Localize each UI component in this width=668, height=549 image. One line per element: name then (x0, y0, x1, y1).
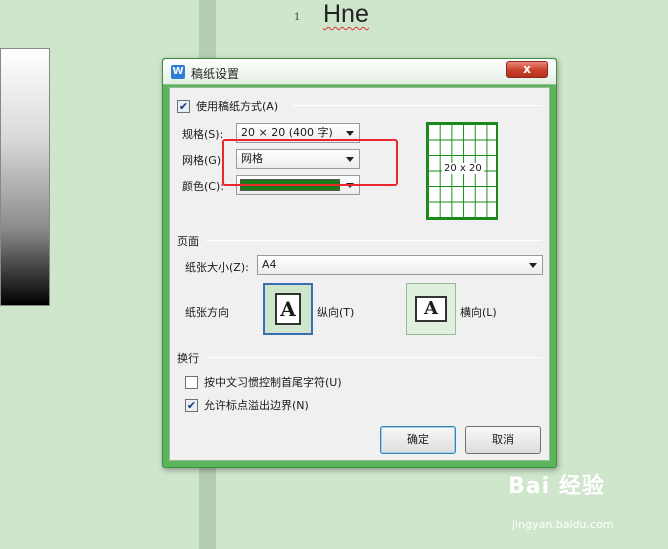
color-label: 颜色(C): (182, 180, 224, 193)
close-button[interactable]: x (506, 61, 548, 78)
divider (292, 105, 542, 106)
punct-overflow-row[interactable]: ✔ 允许标点溢出边界(N) (185, 397, 309, 413)
spec-label: 规格(S): (182, 128, 224, 141)
chevron-down-icon (346, 131, 354, 136)
orientation-label: 纸张方向 (185, 306, 229, 319)
grid-paper-dialog: W 稿纸设置 x ✔ 使用稿纸方式(A) 规格(S): 20 × 20 (400… (162, 58, 557, 468)
highlight-box (222, 139, 398, 186)
grid-preview-label: 20 x 20 (442, 163, 484, 174)
chinese-control-row[interactable]: 按中文习惯控制首尾字符(U) (185, 374, 342, 390)
landscape-label: 横向(L) (460, 306, 497, 319)
use-grid-paper-label: 使用稿纸方式(A) (196, 100, 279, 113)
chinese-control-checkbox[interactable] (185, 375, 198, 389)
portrait-page-icon: A (275, 293, 301, 325)
wps-writer-icon: W (171, 65, 185, 79)
portrait-label: 纵向(T) (317, 306, 355, 319)
document-text: Hne (323, 0, 369, 28)
punct-overflow-label: 允许标点溢出边界(N) (204, 399, 309, 412)
chevron-down-icon (529, 263, 537, 268)
landscape-page-icon: A (415, 296, 447, 322)
watermark: Bai 经验 jingyan.baidu.com (508, 468, 614, 531)
gradient-panel (0, 48, 50, 306)
page-section-title: 页面 (177, 235, 199, 248)
watermark-brand: Bai 经验 (508, 474, 605, 499)
ok-button[interactable]: 确定 (380, 426, 456, 454)
divider (206, 357, 542, 358)
chinese-control-label: 按中文习惯控制首尾字符(U) (204, 376, 342, 389)
paper-size-select[interactable]: A4 (257, 255, 543, 275)
grid-label: 网格(G): (182, 154, 225, 167)
divider (206, 240, 542, 241)
paper-size-value: A4 (262, 258, 277, 271)
watermark-site: jingyan.baidu.com (512, 518, 614, 531)
grid-preview: 20 x 20 (426, 122, 498, 220)
cancel-button[interactable]: 取消 (465, 426, 541, 454)
spec-value: 20 × 20 (400 字) (241, 126, 333, 139)
paper-size-label: 纸张大小(Z): (185, 261, 249, 274)
line-number: 1 (294, 12, 301, 23)
punct-overflow-checkbox[interactable]: ✔ (185, 398, 198, 412)
landscape-button[interactable]: A (406, 283, 456, 335)
use-grid-paper-row[interactable]: ✔ 使用稿纸方式(A) (177, 98, 278, 114)
wrap-section-title: 换行 (177, 352, 199, 365)
dialog-title: 稿纸设置 (191, 67, 240, 81)
portrait-button[interactable]: A (263, 283, 313, 335)
use-grid-paper-checkbox[interactable]: ✔ (177, 99, 190, 113)
dialog-titlebar: W 稿纸设置 x (163, 59, 556, 85)
